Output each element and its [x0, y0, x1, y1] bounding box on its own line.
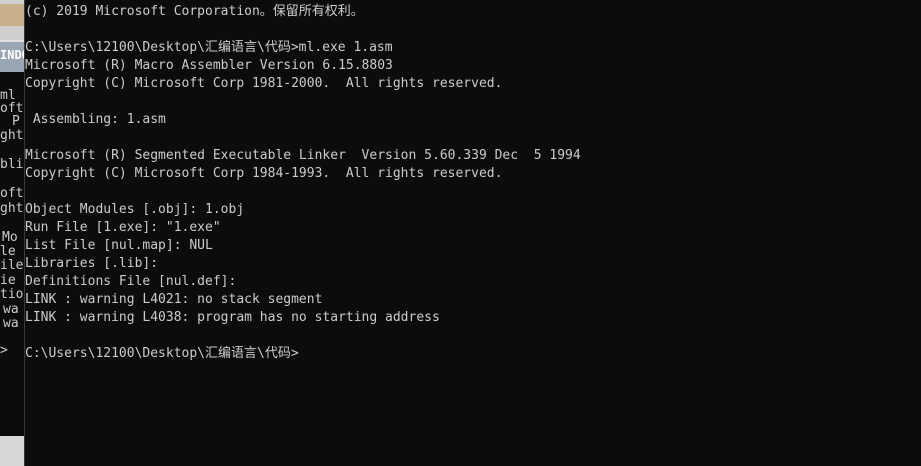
console-line: Assembling: 1.asm: [25, 112, 166, 127]
desktop: INDO ml oft P ght bli oft ght Mo le ile …: [0, 0, 921, 466]
console-output[interactable]: (c) 2019 Microsoft Corporation。保留所有权利。 C…: [25, 0, 921, 466]
background-window-titlebar[interactable]: [0, 0, 24, 40]
background-text-line: wa: [3, 316, 19, 331]
background-window-scrollbar[interactable]: [0, 436, 24, 466]
console-line: Microsoft (R) Macro Assembler Version 6.…: [25, 58, 393, 73]
console-line: Copyright (C) Microsoft Corp 1984-1993. …: [25, 166, 503, 181]
console-line: Object Modules [.obj]: 1.obj: [25, 202, 245, 217]
command-prompt[interactable]: C:\Users\12100\Desktop\汇编语言\代码>: [25, 345, 299, 363]
console-line: Libraries [.lib]:: [25, 256, 159, 271]
console-line: Microsoft (R) Segmented Executable Linke…: [25, 148, 581, 163]
console-line: List File [nul.map]: NUL: [25, 238, 213, 253]
console-line: (c) 2019 Microsoft Corporation。保留所有权利。: [25, 4, 364, 19]
console-line: C:\Users\12100\Desktop\汇编语言\代码>ml.exe 1.…: [25, 40, 393, 55]
console-line: LINK : warning L4021: no stack segment: [25, 292, 323, 307]
background-text-line: ie: [0, 273, 16, 288]
background-text-line: oft: [0, 186, 24, 201]
console-line: LINK : warning L4038: program has no sta…: [25, 310, 440, 325]
background-window-icon: [0, 4, 24, 26]
background-text-line: >: [0, 343, 8, 358]
background-text-line: ght: [0, 128, 24, 143]
background-text-line: ile: [0, 258, 24, 273]
background-text-line: bli: [0, 157, 24, 172]
background-console-window[interactable]: INDO ml oft P ght bli oft ght Mo le ile …: [0, 0, 24, 466]
background-text-line: le: [0, 244, 16, 259]
background-text-line: ght: [0, 201, 24, 216]
console-line: Definitions File [nul.def]:: [25, 274, 237, 289]
console-line: Run File [1.exe]: "1.exe": [25, 220, 221, 235]
console-line: Copyright (C) Microsoft Corp 1981-2000. …: [25, 76, 503, 91]
background-text-line: wa: [3, 302, 19, 317]
background-window-tab-label: INDO: [0, 48, 24, 62]
background-text-line: Mo: [2, 230, 18, 245]
background-text-line: P: [12, 114, 20, 129]
background-text-line: tio: [0, 287, 24, 302]
